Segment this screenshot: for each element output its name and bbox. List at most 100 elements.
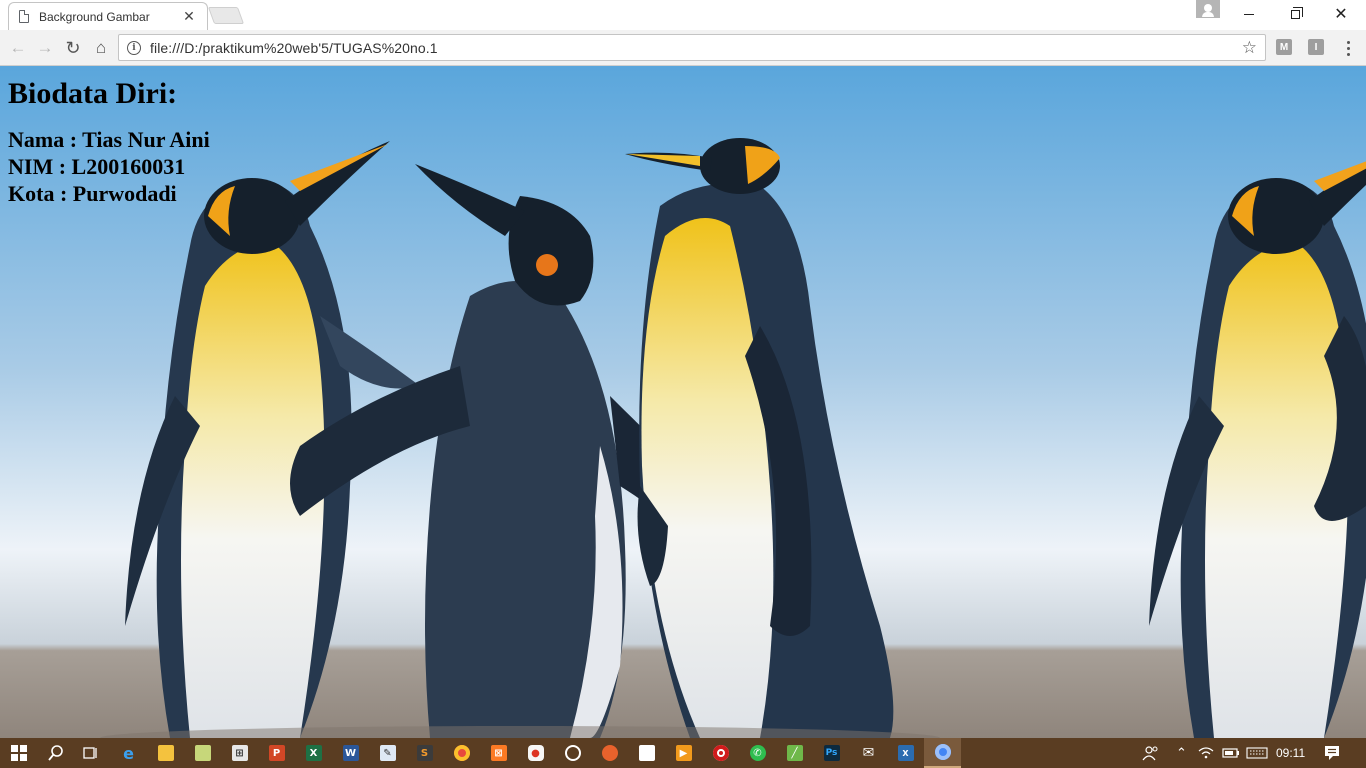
windows-icon	[10, 745, 27, 761]
opera-app[interactable]	[702, 738, 739, 768]
bookmark-star-icon[interactable]: ☆	[1242, 38, 1257, 58]
maximize-button[interactable]	[1272, 0, 1318, 28]
home-button[interactable]: ⌂	[88, 35, 114, 61]
document-icon	[19, 10, 29, 23]
tab-title: Background Gambar	[39, 9, 150, 24]
xmind-app[interactable]: X	[887, 738, 924, 768]
title-bar: Background Gambar ✕ ✕	[0, 0, 1366, 30]
powerpoint-app[interactable]: P	[258, 738, 295, 768]
info-icon[interactable]: i	[127, 40, 141, 55]
notepad-icon	[194, 745, 211, 761]
circle-app[interactable]	[554, 738, 591, 768]
media-player-app[interactable]: ▶	[665, 738, 702, 768]
forward-button[interactable]: →	[32, 35, 58, 61]
task-view-icon	[82, 747, 97, 759]
firefox-app[interactable]	[591, 738, 628, 768]
browser-menu-button[interactable]	[1338, 37, 1358, 59]
sticky-notes-app[interactable]	[628, 738, 665, 768]
paint-app[interactable]: ✎	[369, 738, 406, 768]
whatsapp-icon: ✆	[749, 745, 766, 761]
start-button[interactable]	[0, 738, 37, 768]
firefox-icon	[601, 745, 618, 761]
keyboard-icon	[1246, 747, 1268, 759]
sublime-app[interactable]: S	[406, 738, 443, 768]
url-text[interactable]: file:///D:/praktikum%20web'5/TUGAS%20no.…	[150, 40, 1242, 56]
word-app[interactable]: W	[332, 738, 369, 768]
menu-dot	[1346, 46, 1350, 50]
penguins-image-repeat	[1024, 66, 1366, 738]
green-app[interactable]: ╱	[776, 738, 813, 768]
play-icon: ▶	[675, 745, 692, 761]
mail-icon: ✉	[862, 745, 875, 761]
reload-button[interactable]: ↻	[60, 35, 86, 61]
tab-close-icon[interactable]: ✕	[181, 8, 197, 25]
chrome-active-app[interactable]	[924, 738, 961, 768]
sublime-icon: S	[416, 745, 433, 761]
minimize-icon	[1244, 13, 1254, 15]
red-app[interactable]: ●	[517, 738, 554, 768]
windows-taskbar: e ⊞ P X W ✎ S ⊠ ● ▶ ✆ ╱ Ps ✉ X ⌃ 09:11	[0, 738, 1366, 768]
biodata-city: Kota : Purwodadi	[8, 181, 177, 206]
notification-icon	[1325, 746, 1339, 760]
word-icon: W	[342, 745, 359, 761]
task-view-button[interactable]	[72, 738, 109, 768]
profile-button[interactable]	[1196, 0, 1220, 18]
notepad-app[interactable]	[184, 738, 221, 768]
browser-tab[interactable]: Background Gambar ✕	[8, 2, 208, 30]
browser-toolbar: ← → ↻ ⌂ i file:///D:/praktikum%20web'5/T…	[0, 30, 1366, 66]
chevron-up-icon: ⌃	[1176, 745, 1187, 760]
show-hidden-icons-button[interactable]: ⌃	[1176, 738, 1187, 768]
close-window-button[interactable]: ✕	[1318, 0, 1364, 28]
powerpoint-icon: P	[268, 745, 285, 761]
excel-app[interactable]: X	[295, 738, 332, 768]
battery-icon	[1222, 748, 1239, 758]
page-viewport: Biodata Diri: Nama : Tias Nur Aini NIM :…	[0, 66, 1366, 738]
photoshop-icon: Ps	[823, 745, 840, 761]
excel-icon: X	[305, 745, 322, 761]
people-button[interactable]	[1142, 738, 1160, 768]
folder-icon	[157, 745, 174, 761]
edge-icon: e	[123, 743, 134, 763]
whatsapp-app[interactable]: ✆	[739, 738, 776, 768]
store-app[interactable]: ⊞	[221, 738, 258, 768]
biodata-name: Nama : Tias Nur Aini	[8, 127, 210, 152]
app-green-icon: ╱	[786, 745, 803, 761]
back-button[interactable]: ←	[5, 35, 31, 61]
search-button[interactable]	[37, 738, 74, 768]
menu-dot	[1346, 52, 1350, 56]
opera-icon	[712, 745, 729, 761]
biodata-nim: NIM : L200160031	[8, 154, 186, 179]
page-heading: Biodata Diri:	[8, 77, 178, 110]
file-explorer-app[interactable]	[147, 738, 184, 768]
chrome-app[interactable]	[443, 738, 480, 768]
photoshop-app[interactable]: Ps	[813, 738, 850, 768]
paint-icon: ✎	[379, 745, 396, 761]
background-image-repeat	[1024, 66, 1366, 738]
address-bar[interactable]: i file:///D:/praktikum%20web'5/TUGAS%20n…	[118, 34, 1266, 61]
new-tab-button[interactable]	[207, 7, 245, 24]
search-icon	[47, 745, 63, 761]
edge-app[interactable]: e	[110, 738, 147, 768]
mail-app[interactable]: ✉	[850, 738, 887, 768]
battery-button[interactable]	[1222, 738, 1240, 768]
extension-m-button[interactable]: M	[1276, 39, 1292, 55]
chrome-icon	[453, 745, 470, 761]
menu-dot	[1346, 40, 1350, 44]
restore-icon	[1290, 6, 1303, 19]
chrome-active-icon	[934, 744, 951, 760]
xampp-app[interactable]: ⊠	[480, 738, 517, 768]
action-center-button[interactable]	[1324, 738, 1340, 768]
biodata-content: Biodata Diri: Nama : Tias Nur Aini NIM :…	[8, 76, 210, 207]
people-icon	[1142, 746, 1158, 761]
minimize-button[interactable]	[1226, 0, 1272, 28]
extension-i-button[interactable]: I	[1308, 39, 1324, 55]
keyboard-button[interactable]	[1246, 738, 1268, 768]
sticky-notes-icon	[638, 745, 655, 761]
store-icon: ⊞	[231, 745, 248, 761]
clock[interactable]: 09:11	[1276, 738, 1305, 768]
wifi-icon	[1198, 747, 1214, 759]
network-button[interactable]	[1198, 738, 1214, 768]
xmind-icon: X	[897, 745, 914, 761]
app-red-icon: ●	[527, 745, 544, 761]
xampp-icon: ⊠	[490, 745, 507, 761]
